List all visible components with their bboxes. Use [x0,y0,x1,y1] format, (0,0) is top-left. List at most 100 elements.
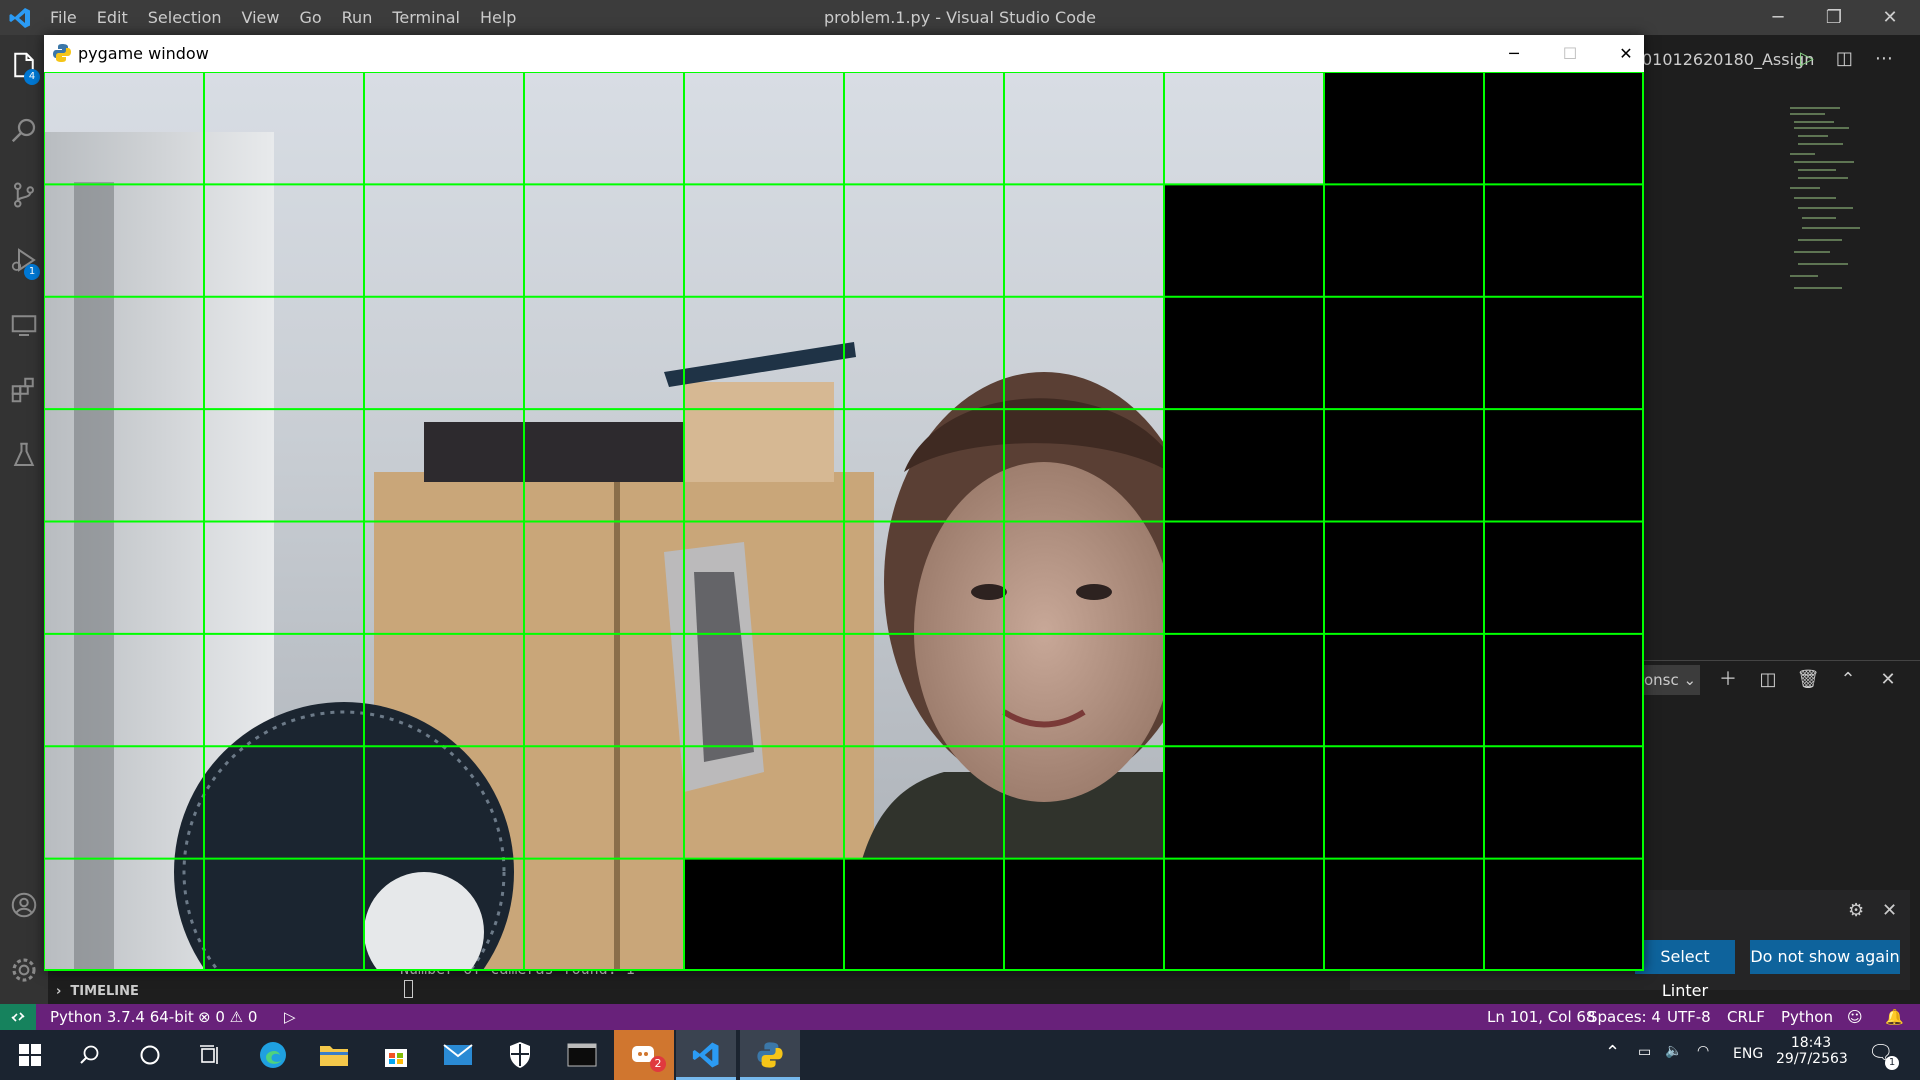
problems-indicator[interactable]: ⊗ 0 ⚠ 0 [198,1004,257,1030]
pygame-minimize-icon[interactable]: ─ [1486,35,1542,72]
run-debug-icon[interactable]: 1 [0,230,48,290]
close-window-icon[interactable]: ✕ [1862,0,1918,35]
pygame-titlebar[interactable]: pygame window ─ ☐ ✕ [44,35,1644,72]
chevron-right-icon: › [56,984,71,999]
pygame-window-title: pygame window [78,44,209,63]
discord-icon[interactable]: 2 [614,1030,674,1080]
gear-icon[interactable]: ⚙ [1848,900,1864,921]
pygame-window[interactable]: pygame window ─ ☐ ✕ [44,35,1644,971]
more-actions-icon[interactable]: ⋯ [1875,48,1893,69]
remote-explorer-icon[interactable] [0,295,48,355]
black-cell [1484,521,1644,635]
battery-icon[interactable]: ▭ [1638,1044,1651,1060]
input-language[interactable]: ENG [1733,1046,1763,1062]
wifi-icon[interactable]: ◠ [1697,1043,1709,1059]
editor-actions: ▷ ◫ ⋯ [1800,44,1920,72]
menu-edit[interactable]: Edit [87,0,138,35]
vscode-taskbar-icon[interactable] [676,1030,736,1080]
menu-run[interactable]: Run [332,0,383,35]
editor-tab-title[interactable]: 01012620180_Assign [1642,50,1814,69]
black-cell [1324,72,1485,186]
encoding[interactable]: UTF-8 [1667,1004,1711,1030]
close-icon[interactable]: ✕ [1882,900,1897,921]
black-cell [1324,746,1485,860]
remote-indicator-icon[interactable] [0,1004,36,1030]
black-cell [1484,858,1644,971]
menu-go[interactable]: Go [289,0,331,35]
camera-canvas[interactable] [44,72,1644,971]
clock-time: 18:43 [1790,1035,1832,1051]
black-cell [1164,409,1325,523]
account-icon[interactable] [0,875,48,935]
split-editor-icon[interactable]: ◫ [1836,48,1853,69]
box-on-wardrobe [684,382,834,482]
windows-taskbar: 2 ⌃ ▭ 🔈 ◠ ENG 18:43 29/7/2563 🗨 1 [0,1030,1920,1080]
close-panel-icon[interactable]: ✕ [1873,665,1903,695]
security-shield-icon[interactable] [490,1030,550,1080]
menu-selection[interactable]: Selection [138,0,232,35]
search-taskbar-icon[interactable] [60,1030,120,1080]
timeline-section[interactable]: › TIMELINE [56,980,139,1004]
debug-badge: 1 [24,264,40,280]
black-cell [1164,858,1325,971]
extensions-icon[interactable] [0,360,48,420]
language-mode[interactable]: Python [1781,1004,1833,1030]
notifications-bell-icon[interactable]: 🔔 [1885,1004,1904,1030]
explorer-icon[interactable]: 4 [0,35,48,95]
source-control-icon[interactable] [0,165,48,225]
testing-flask-icon[interactable] [0,425,48,485]
bag-on-wardrobe [424,422,684,482]
file-explorer-icon[interactable] [304,1030,364,1080]
menu-view[interactable]: View [232,0,290,35]
black-cell [1484,296,1644,411]
black-cell [1324,633,1485,748]
edge-browser-icon[interactable] [243,1030,303,1080]
split-terminal-icon[interactable]: ◫ [1753,665,1783,695]
mail-icon[interactable] [428,1030,488,1080]
black-cell [684,858,845,971]
cursor-position[interactable]: Ln 101, Col 68 [1487,1004,1595,1030]
run-file-icon[interactable]: ▷ [284,1004,296,1030]
run-icon[interactable]: ▷ [1800,48,1814,69]
search-icon[interactable] [0,100,48,160]
menubar: File Edit Selection View Go Run Terminal… [40,0,526,35]
terminal-selector[interactable]: onsc ⌄ [1640,665,1700,695]
cortana-icon[interactable] [120,1030,180,1080]
terminal-taskbar-icon[interactable] [552,1030,612,1080]
menu-help[interactable]: Help [470,0,526,35]
black-cell [1164,521,1325,635]
settings-gear-icon[interactable] [0,940,48,1000]
menu-terminal[interactable]: Terminal [382,0,470,35]
timeline-label: TIMELINE [70,984,139,999]
show-hidden-icons-icon[interactable]: ⌃ [1605,1042,1620,1063]
feedback-icon[interactable]: ☺ [1847,1004,1863,1030]
black-cell [1164,746,1325,860]
trash-icon[interactable]: 🗑 [1793,665,1823,695]
maximize-panel-icon[interactable]: ⌃ [1833,665,1863,695]
select-linter-button[interactable]: Select Linter [1635,940,1735,1000]
windows-start-icon[interactable] [0,1030,60,1080]
clock[interactable]: 18:43 29/7/2563 [1776,1035,1848,1067]
black-cell [1324,184,1485,298]
black-cell [1324,409,1485,523]
pygame-close-icon[interactable]: ✕ [1598,35,1654,72]
pygame-maximize-icon[interactable]: ☐ [1542,35,1598,72]
error-icon: ⊗ [198,1008,216,1026]
black-cell [1484,184,1644,298]
task-view-icon[interactable] [180,1030,240,1080]
store-icon[interactable] [366,1030,426,1080]
wardrobe-seam [614,472,620,971]
camera-feed [44,72,1644,971]
do-not-show-again-button[interactable]: Do not show again [1750,940,1900,974]
python-interpreter[interactable]: Python 3.7.4 64-bit [50,1004,194,1030]
minimize-window-icon[interactable]: ─ [1750,0,1806,35]
explorer-badge: 4 [24,69,40,85]
line-endings[interactable]: CRLF [1727,1004,1765,1030]
indentation[interactable]: Spaces: 4 [1588,1004,1661,1030]
restore-window-icon[interactable]: ❐ [1806,0,1862,35]
new-terminal-icon[interactable]: ＋ [1713,665,1743,695]
minimap[interactable] [1790,105,1860,305]
volume-icon[interactable]: 🔈 [1665,1043,1682,1059]
python-taskbar-icon[interactable] [740,1030,800,1080]
menu-file[interactable]: File [40,0,87,35]
